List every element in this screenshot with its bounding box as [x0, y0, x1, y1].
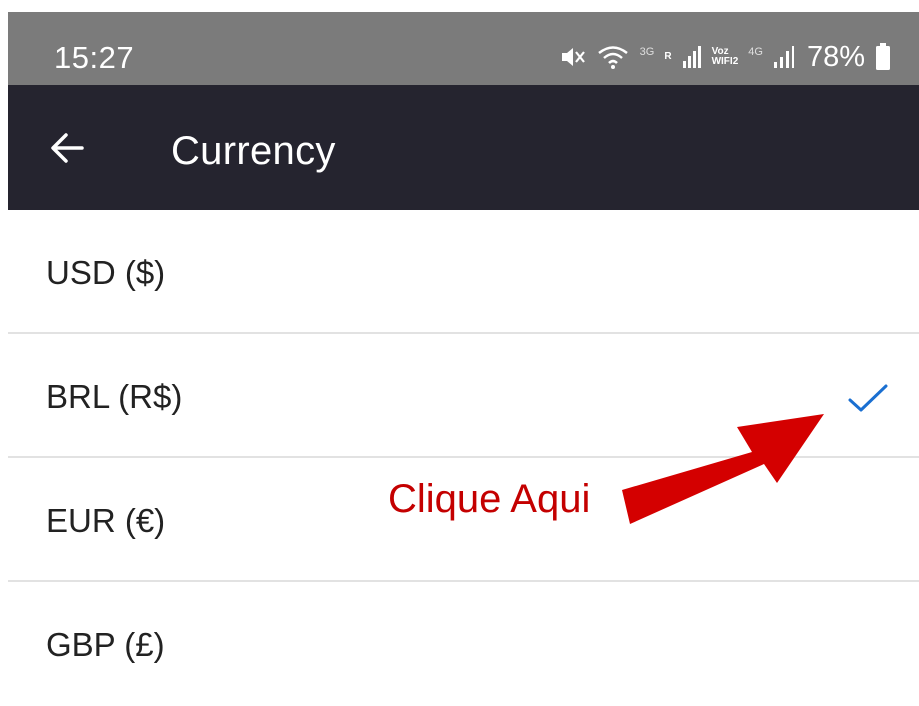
checkmark-icon: [848, 384, 888, 412]
mute-icon: [561, 48, 585, 66]
status-time: 15:27: [54, 40, 135, 75]
annotation-text: Clique Aqui: [388, 477, 591, 521]
voz-wifi-label: Voz WIFI2: [712, 47, 739, 67]
currency-label: USD ($): [46, 254, 166, 291]
back-button[interactable]: [46, 128, 90, 168]
battery-percent: 78%: [806, 40, 865, 73]
roaming-r-text: R: [664, 51, 672, 62]
roaming-label: R: [664, 52, 671, 62]
currency-label: BRL (R$): [46, 378, 183, 415]
battery-icon: [876, 43, 890, 70]
frame-top-margin: [0, 0, 919, 12]
currency-option-usd[interactable]: USD ($): [8, 210, 919, 334]
currency-label: GBP (£): [46, 626, 165, 663]
wifi-icon: [597, 46, 628, 69]
currency-option-gbp[interactable]: GBP (£): [8, 582, 919, 706]
status-bar: 15:27 3G R Voz WIFI2 4G 78%: [8, 12, 919, 85]
network-4g-label: 4G: [748, 46, 763, 58]
status-icons: 3G R Voz WIFI2 4G 78%: [560, 40, 891, 73]
arrow-left-icon: [51, 133, 84, 163]
network-3g-label: 3G: [639, 46, 655, 58]
annotation-arrow-icon: [622, 414, 824, 524]
currency-label: EUR (€): [46, 502, 166, 539]
wifi2-text: WIFI2: [711, 56, 739, 67]
app-toolbar: Currency: [8, 85, 919, 210]
page-title: Currency: [171, 129, 336, 173]
signal-icon-2: [773, 46, 794, 68]
signal-icon: [682, 46, 701, 68]
